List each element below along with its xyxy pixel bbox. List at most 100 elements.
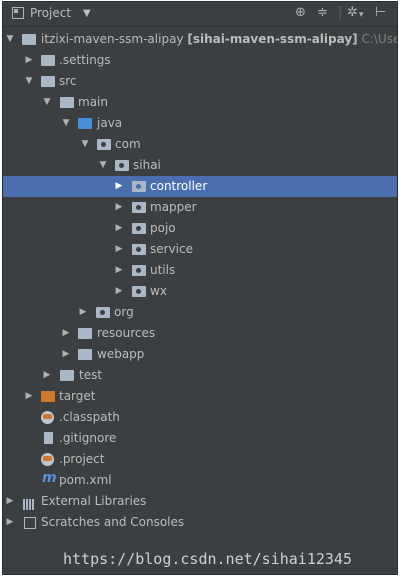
project-view-title[interactable]: Project [30,6,71,20]
tree-node-test[interactable]: ▶ test [3,365,397,386]
resources-folder-icon [78,328,92,339]
scratches-icon [24,517,36,529]
expanded-arrow-icon[interactable]: ▼ [42,92,52,113]
collapsed-arrow-icon[interactable]: ▶ [114,197,124,218]
eclipse-file-icon [41,453,54,466]
tree-node-label: mapper [150,200,197,214]
text-file-icon [44,432,53,444]
module-folder-icon [22,34,36,45]
project-toolbar: Project ▼ ⊕ ≑ | ✲ ▾ ⊢ [3,2,397,27]
tree-node-mapper[interactable]: ▶ mapper [3,197,397,218]
sync-icon[interactable]: ⊕ [295,6,306,20]
root-module-name: itzixi-maven-ssm-alipay [41,32,184,46]
package-icon [132,244,146,255]
collapsed-arrow-icon[interactable]: ▶ [114,218,124,239]
collapsed-arrow-icon[interactable]: ▶ [114,176,124,197]
expanded-arrow-icon[interactable]: ▼ [5,29,15,50]
package-icon [115,160,129,171]
tree-node-label: src [59,74,77,88]
package-icon [132,286,146,297]
tree-node-label: External Libraries [41,494,147,508]
tree-node-target[interactable]: ▶ target [3,386,397,407]
collapsed-arrow-icon[interactable]: ▶ [24,50,34,71]
tree-node-pom[interactable]: m pom.xml [3,470,397,491]
expanded-arrow-icon[interactable]: ▼ [24,71,34,92]
source-folder-icon [78,118,92,129]
package-icon [132,223,146,234]
collapsed-arrow-icon[interactable]: ▶ [5,512,15,533]
tree-node-settings[interactable]: ▶ .settings [3,50,397,71]
tree-node-controller[interactable]: ▶ controller [3,176,397,197]
project-tool-window: Project ▼ ⊕ ≑ | ✲ ▾ ⊢ ▼ itzixi-maven-ssm… [2,1,398,575]
watermark-text: https://blog.csdn.net/sihai12345 [63,550,352,568]
collapsed-arrow-icon[interactable]: ▶ [61,323,71,344]
tree-node-label: wx [150,284,167,298]
collapsed-arrow-icon[interactable]: ▶ [114,239,124,260]
gear-dropdown-icon[interactable]: ▾ [359,8,364,22]
tree-node-sihai[interactable]: ▼ sihai [3,155,397,176]
toolbar-separator: | [338,5,343,20]
expanded-arrow-icon[interactable]: ▼ [98,155,108,176]
tree-node-label: .settings [59,53,111,67]
tree-node-label: main [78,95,108,109]
package-icon [132,181,146,192]
collapsed-arrow-icon[interactable]: ▶ [5,491,15,512]
tree-node-scratches[interactable]: ▶ Scratches and Consoles [3,512,397,533]
tree-node-label: .project [59,452,105,466]
root-module-id: [sihai-maven-ssm-alipay] [187,32,358,46]
collapsed-arrow-icon[interactable]: ▶ [114,281,124,302]
folder-icon [60,97,74,108]
library-icon [23,496,37,510]
maven-icon: m [42,470,57,486]
tree-node-pojo[interactable]: ▶ pojo [3,218,397,239]
tree-node-label: .classpath [59,410,120,424]
tree-node-label: .gitignore [59,431,117,445]
project-icon [12,7,24,19]
package-icon [132,265,146,276]
tree-node-label: resources [97,326,156,340]
tree-node-wx[interactable]: ▶ wx [3,281,397,302]
package-icon [97,139,111,150]
tree-node-src[interactable]: ▼ src [3,71,397,92]
expanded-arrow-icon[interactable]: ▼ [61,113,71,134]
collapsed-arrow-icon[interactable]: ▶ [61,344,71,365]
tree-node-label: Scratches and Consoles [41,515,185,529]
chevron-down-icon[interactable]: ▼ [83,8,91,19]
tree-node-webapp[interactable]: ▶ webapp [3,344,397,365]
package-icon [132,202,146,213]
tree-node-project[interactable]: .project [3,449,397,470]
tree-node-label: service [150,242,193,256]
root-module-path: C:\Users [361,32,397,46]
tree-node-classpath[interactable]: .classpath [3,407,397,428]
tree-node-external-libraries[interactable]: ▶ External Libraries [3,491,397,512]
tree-node-org[interactable]: ▶ org [3,302,397,323]
folder-icon [41,55,55,66]
tree-node-service[interactable]: ▶ service [3,239,397,260]
tree-node-resources[interactable]: ▶ resources [3,323,397,344]
tree-node-label: com [115,137,141,151]
collapsed-arrow-icon[interactable]: ▶ [114,260,124,281]
collapsed-arrow-icon[interactable]: ▶ [78,302,88,323]
tree-node-main[interactable]: ▼ main [3,92,397,113]
tree-node-label: controller [150,179,208,193]
folder-icon [78,349,92,360]
package-icon [96,307,110,318]
collapsed-arrow-icon[interactable]: ▶ [24,386,34,407]
expanded-arrow-icon[interactable]: ▼ [80,134,90,155]
gear-icon[interactable]: ✲ [347,6,358,20]
tree-node-label: target [59,389,96,403]
tree-node-java[interactable]: ▼ java [3,113,397,134]
tree-node-label: pom.xml [59,473,112,487]
tree-node-root[interactable]: ▼ itzixi-maven-ssm-alipay [sihai-maven-s… [3,29,397,50]
collapsed-arrow-icon[interactable]: ▶ [42,365,52,386]
collapse-all-icon[interactable]: ≑ [317,6,328,20]
tree-node-com[interactable]: ▼ com [3,134,397,155]
tree-node-utils[interactable]: ▶ utils [3,260,397,281]
excluded-folder-icon [41,391,55,402]
tree-node-label: test [79,368,103,382]
tree-node-label: java [97,116,123,130]
tree-node-label: pojo [150,221,176,235]
hide-icon[interactable]: ⊢ [375,6,386,20]
eclipse-file-icon [41,411,54,424]
tree-node-gitignore[interactable]: .gitignore [3,428,397,449]
